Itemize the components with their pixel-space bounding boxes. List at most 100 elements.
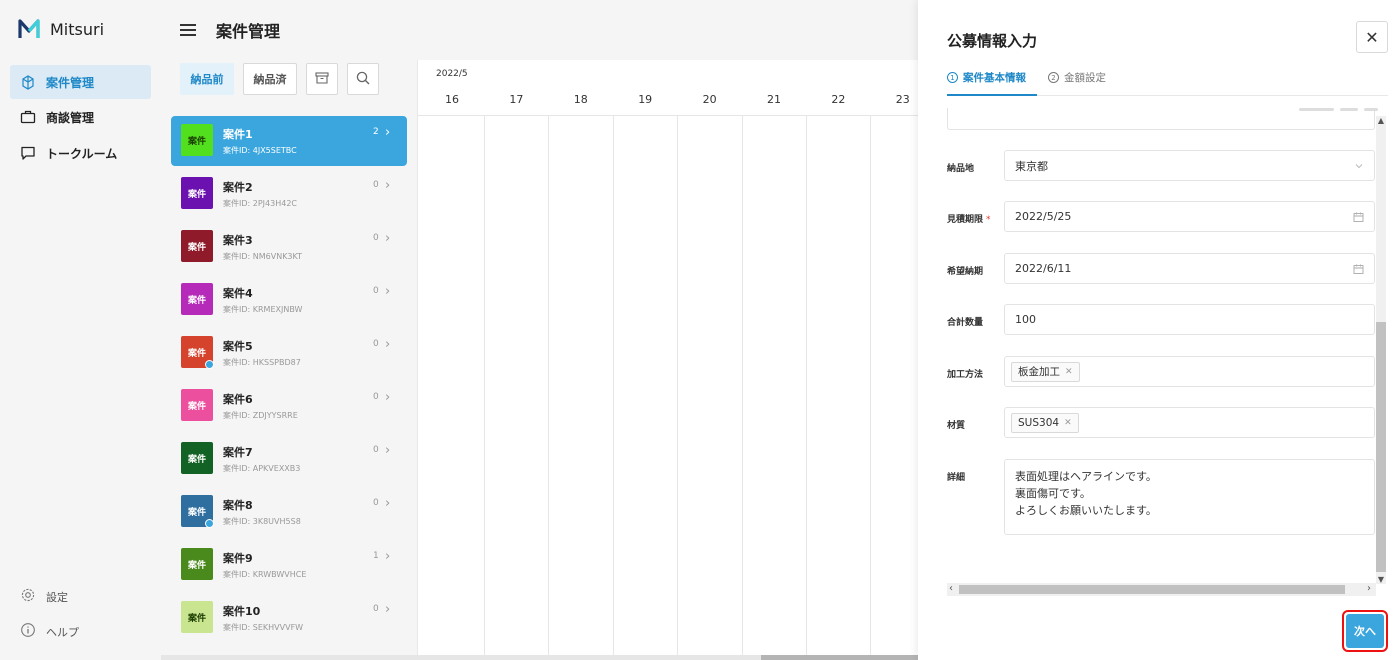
next-button[interactable]: 次へ [1346, 614, 1384, 648]
material-multiselect[interactable]: SUS304 ✕ [1004, 407, 1375, 438]
sidebar-item-settings[interactable]: 設定 [20, 587, 68, 606]
chevron-right-icon: › [385, 390, 391, 405]
project-name: 案件8 [223, 499, 253, 512]
field-label: 合計数量 [947, 318, 984, 328]
calendar-column-line [806, 116, 807, 656]
details-line: 表面処理はヘアラインです。 [1015, 470, 1157, 483]
project-count: 0 [373, 233, 379, 243]
project-count: 1 [373, 551, 379, 561]
form-vertical-scrollbar[interactable]: ▲ ▼ [1376, 116, 1386, 584]
project-count: 0 [373, 498, 379, 508]
previous-field[interactable] [947, 108, 1378, 130]
required-mark: * [986, 215, 991, 225]
project-id: 案件ID: NM6VNK3KT [223, 252, 303, 261]
project-id: 案件ID: HKSSPBD87 [223, 358, 301, 367]
project-item[interactable]: 案件 案件4 案件ID: KRMEXJNBW 0 › [171, 275, 407, 325]
date-value: 2022/5/25 [1015, 210, 1072, 223]
project-list: 案件 案件1 案件ID: 4JX5SETBC 2 › 案件 案件2 案件ID: 2PJ43H4… [161, 116, 417, 656]
field-label: 加工方法 [947, 370, 984, 380]
select-value: 東京都 [1015, 159, 1048, 173]
calendar-day: 20 [702, 93, 717, 106]
project-item[interactable]: 案件 案件9 案件ID: KRWBWVHCE 1 › [171, 540, 407, 590]
project-item[interactable]: 案件 案件5 案件ID: HKSSPBD87 0 › [171, 328, 407, 378]
project-id: 案件ID: KRMEXJNBW [223, 305, 303, 314]
project-item[interactable]: 案件 案件7 案件ID: APKVEXXB3 0 › [171, 434, 407, 484]
project-badge: 案件 [181, 283, 213, 315]
project-badge: 案件 [181, 548, 213, 580]
project-item[interactable]: 案件 案件10 案件ID: SEKHVVVFW 0 › [171, 593, 407, 643]
after-delivery-button[interactable]: 納品済 [243, 63, 297, 95]
project-badge: 案件 [181, 442, 213, 474]
sidebar-item-negotiations[interactable]: 商談管理 [10, 100, 151, 134]
desired-delivery-date-picker[interactable]: 2022/6/11 [1004, 253, 1375, 284]
project-item[interactable]: 案件 案件1 案件ID: 4JX5SETBC 2 › [171, 116, 407, 166]
project-id: 案件ID: 4JX5SETBC [223, 146, 297, 155]
process-tag[interactable]: 板金加工 ✕ [1011, 361, 1080, 382]
project-count: 0 [373, 604, 379, 614]
material-tag[interactable]: SUS304 ✕ [1011, 412, 1079, 433]
project-item[interactable]: 案件 案件6 案件ID: ZDJYYSRRE 0 › [171, 381, 407, 431]
tab-basic-info[interactable]: 1 案件基本情報 [947, 70, 1026, 85]
brand-name: Mitsuri [50, 19, 105, 39]
project-name: 案件2 [223, 181, 253, 194]
close-icon: ✕ [1365, 27, 1379, 47]
mitsuri-logo-icon [18, 18, 40, 40]
calendar-day: 19 [638, 93, 653, 106]
project-item[interactable]: 案件 案件8 案件ID: 3K8UVH5S8 0 › [171, 487, 407, 537]
archive-button[interactable] [306, 63, 338, 95]
project-item[interactable]: 案件 案件2 案件ID: 2PJ43H42C 0 › [171, 169, 407, 219]
sidebar-item-projects[interactable]: 案件管理 [10, 65, 151, 99]
project-id: 案件ID: SEKHVVVFW [223, 623, 304, 632]
tag-remove-icon[interactable]: ✕ [1065, 367, 1073, 377]
delivery-place-select[interactable]: 東京都 [1004, 150, 1375, 181]
field-label: 見積期限 * [947, 215, 991, 225]
tab-amount-settings[interactable]: 2 金額設定 [1048, 70, 1106, 85]
project-item[interactable]: 案件 案件3 案件ID: NM6VNK3KT 0 › [171, 222, 407, 272]
date-value: 2022/6/11 [1015, 262, 1072, 275]
sidebar-item-label: トークルーム [46, 146, 118, 161]
close-button[interactable]: ✕ [1356, 21, 1388, 53]
project-badge: 案件 [181, 601, 213, 633]
briefcase-icon [20, 109, 36, 125]
step-label: 金額設定 [1064, 72, 1106, 84]
before-delivery-button[interactable]: 納品前 [180, 63, 234, 95]
info-icon [20, 622, 36, 641]
scroll-left-icon: ‹ [949, 583, 953, 594]
details-line: 裏面傷可です。 [1015, 487, 1091, 500]
project-name: 案件4 [223, 287, 253, 300]
chevron-right-icon: › [385, 549, 391, 564]
tag-remove-icon[interactable]: ✕ [1064, 418, 1072, 428]
sidebar-item-talkroom[interactable]: トークルーム [10, 136, 151, 170]
form-horizontal-scrollbar[interactable]: ‹ › [947, 583, 1376, 596]
total-quantity-input[interactable]: 100 [1004, 304, 1375, 335]
form-area: 納品地 東京都 見積期限* 2022/5/25 希望納期 2022/6/11 [947, 108, 1388, 596]
notification-dot [205, 519, 214, 528]
project-count: 0 [373, 392, 379, 402]
settings-label: 設定 [46, 590, 68, 604]
calendar-column-line [548, 116, 550, 656]
brand[interactable]: Mitsuri [18, 18, 104, 40]
calendar: 2022/5 16 17 18 19 20 21 22 23 [417, 60, 936, 656]
notification-dot [205, 360, 214, 369]
menu-icon[interactable] [180, 24, 196, 36]
quote-deadline-date-picker[interactable]: 2022/5/25 [1004, 201, 1375, 232]
main-horizontal-scrollbar[interactable] [161, 655, 918, 660]
project-name: 案件7 [223, 446, 253, 459]
chevron-right-icon: › [385, 443, 391, 458]
chevron-right-icon: › [385, 125, 391, 140]
archive-icon [314, 70, 330, 89]
next-button-highlight: 次へ [1342, 610, 1388, 652]
sidebar-item-help[interactable]: ヘルプ [20, 622, 79, 641]
left-nav: Mitsuri 案件管理 商談管理 トークルーム 設定 ヘルプ [0, 0, 160, 660]
project-id: 案件ID: 2PJ43H42C [223, 199, 297, 208]
toolbar: 納品前 納品済 [180, 63, 379, 95]
search-button[interactable] [347, 63, 379, 95]
project-name: 案件9 [223, 552, 253, 565]
calendar-day: 17 [509, 93, 524, 106]
process-multiselect[interactable]: 板金加工 ✕ [1004, 356, 1375, 387]
field-label: 納品地 [947, 164, 975, 174]
field-label: 詳細 [947, 473, 966, 483]
details-textarea[interactable]: 表面処理はヘアラインです。 裏面傷可です。 よろしくお願いいたします。 [1004, 459, 1375, 535]
project-id: 案件ID: KRWBWVHCE [223, 570, 307, 579]
project-name: 案件3 [223, 234, 253, 247]
